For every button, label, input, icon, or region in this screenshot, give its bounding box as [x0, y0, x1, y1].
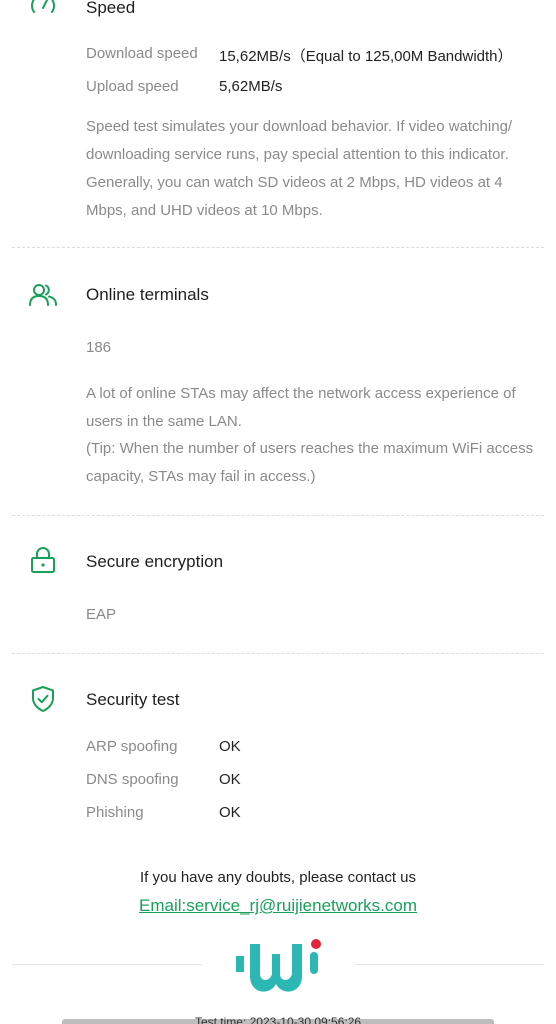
terminal-count: 186: [86, 339, 112, 356]
footer-divider-left: [12, 964, 202, 965]
divider: [12, 247, 544, 248]
dns-spoofing-value: OK: [219, 771, 241, 788]
email-link-container: Email:service_rj@ruijienetworks.com: [0, 896, 556, 916]
terminals-description: A lot of online STAs may affect the netw…: [86, 385, 516, 430]
speed-title: Speed: [86, 0, 136, 17]
dns-spoofing-label: DNS spoofing: [86, 771, 179, 788]
shield-check-icon: [32, 686, 54, 712]
secure-encryption-title: Secure encryption: [86, 552, 224, 571]
contact-text: If you have any doubts, please contact u…: [139, 869, 416, 886]
download-speed-value: 15,62MB/s（Equal to 125,00M Bandwidth）: [219, 48, 513, 65]
wifi-logo: [236, 939, 321, 992]
divider: [12, 653, 544, 654]
arp-spoofing-value: OK: [219, 738, 241, 755]
terminals-tip: (Tip: When the number of users reaches t…: [86, 440, 534, 485]
email-link[interactable]: Email:service_rj@ruijienetworks.com: [139, 896, 417, 915]
arp-spoofing-label: ARP spoofing: [86, 738, 178, 755]
speed-description: Speed test simulates your download behav…: [86, 118, 513, 219]
security-test-title: Security test: [86, 690, 180, 709]
lock-icon: [31, 547, 55, 573]
users-icon: [29, 284, 57, 306]
online-terminals-title: Online terminals: [86, 285, 209, 304]
phishing-value: OK: [219, 804, 241, 821]
upload-speed-value: 5,62MB/s: [219, 78, 283, 95]
download-speed-label: Download speed: [86, 45, 198, 62]
test-time: Test time: 2023-10-30 09:56:26: [194, 1015, 362, 1024]
footer-divider-right: [354, 964, 544, 965]
speedometer-icon: [31, 0, 55, 13]
upload-speed-label: Upload speed: [86, 78, 179, 95]
divider: [12, 515, 544, 516]
encryption-value: EAP: [86, 606, 117, 623]
phishing-label: Phishing: [86, 804, 144, 821]
